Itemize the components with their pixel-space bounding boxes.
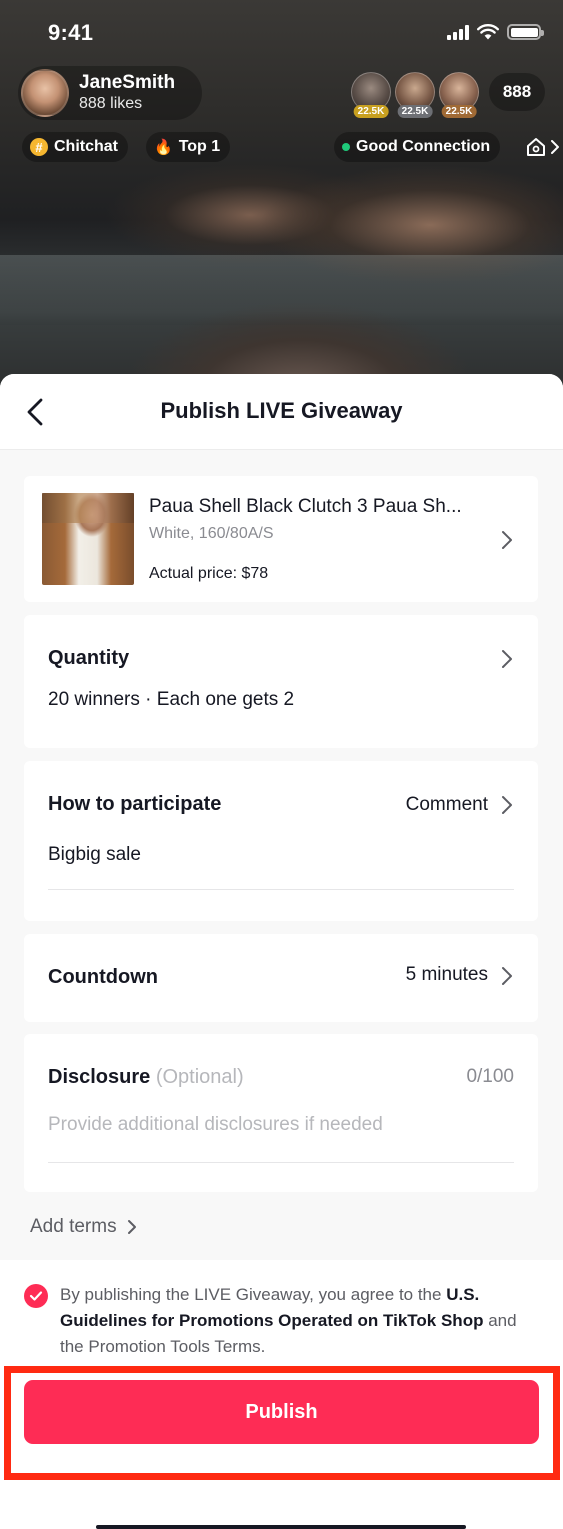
chevron-right-icon — [502, 967, 512, 985]
participate-card[interactable]: How to participate Comment Bigbig sale — [24, 761, 538, 921]
hashtag-icon: # — [30, 138, 48, 156]
top-viewers: 22.5K 22.5K 22.5K 888 — [347, 72, 545, 118]
quantity-card[interactable]: Quantity 20 winners · Each one gets 2 — [24, 615, 538, 748]
flame-icon: 🔥 — [154, 139, 173, 156]
cellular-signal-icon — [447, 24, 469, 40]
top-rank-label: Top 1 — [178, 138, 221, 155]
agreement-text: By publishing the LIVE Giveaway, you agr… — [60, 1282, 538, 1360]
disclosure-counter: 0/100 — [466, 1066, 514, 1087]
product-price: Actual price: $78 — [149, 565, 269, 582]
top-rank-tag[interactable]: 🔥 Top 1 — [146, 132, 231, 162]
wifi-icon — [477, 24, 499, 40]
chevron-right-icon — [127, 1220, 136, 1234]
viewer-avatar[interactable]: 22.5K — [395, 72, 435, 118]
product-variant: White, 160/80A/S — [149, 525, 274, 542]
product-name: Paua Shell Black Clutch 3 Paua Sh... — [149, 496, 462, 517]
chitchat-tag[interactable]: # Chitchat — [22, 132, 128, 162]
quantity-value: 20 winners · Each one gets 2 — [48, 689, 295, 710]
sheet-title: Publish LIVE Giveaway — [160, 398, 403, 423]
viewer-count[interactable]: 888 — [489, 73, 545, 111]
host-likes: 888 likes — [79, 95, 143, 112]
product-card[interactable]: Paua Shell Black Clutch 3 Paua Sh... Whi… — [24, 476, 538, 602]
add-terms-label: Add terms — [30, 1216, 117, 1237]
agreement-checkbox[interactable] — [24, 1284, 48, 1308]
disclosure-label: Disclosure (Optional) — [48, 1066, 244, 1089]
viewer-badge: 22.5K — [353, 105, 389, 118]
giveaway-sheet: Publish LIVE Giveaway Paua Shell Black C… — [0, 374, 563, 1529]
agreement-prefix: By publishing the LIVE Giveaway, you agr… — [60, 1285, 447, 1304]
viewer-avatar[interactable]: 22.5K — [439, 72, 479, 118]
chitchat-label: Chitchat — [54, 138, 118, 155]
divider — [48, 1162, 514, 1163]
publish-button[interactable]: Publish — [24, 1380, 539, 1444]
status-bar: 9:41 — [0, 0, 563, 66]
status-time: 9:41 — [48, 20, 94, 45]
disclosure-input[interactable]: Provide additional disclosures if needed — [48, 1114, 383, 1136]
home-icon — [527, 138, 545, 156]
home-indicator — [96, 1525, 466, 1529]
divider — [48, 889, 514, 890]
battery-icon — [507, 24, 544, 40]
countdown-label: Countdown — [48, 966, 158, 988]
chevron-right-icon — [502, 531, 512, 549]
connection-status: Good Connection — [334, 132, 501, 162]
sheet-footer: By publishing the LIVE Giveaway, you agr… — [0, 1260, 563, 1529]
product-image — [42, 493, 134, 585]
quantity-label: Quantity — [48, 647, 130, 669]
sheet-header: Publish LIVE Giveaway — [0, 374, 563, 450]
connection-label: Good Connection — [356, 138, 491, 155]
checkmark-icon — [29, 1291, 43, 1301]
participate-method: Comment — [405, 794, 488, 815]
disclosure-optional: (Optional) — [155, 1066, 244, 1088]
chevron-right-icon — [551, 140, 559, 154]
chevron-right-icon — [502, 650, 512, 668]
disclosure-title: Disclosure — [48, 1066, 151, 1088]
share-button[interactable] — [525, 132, 559, 162]
add-terms-link[interactable]: Add terms — [30, 1216, 137, 1238]
viewer-badge: 22.5K — [441, 105, 477, 118]
countdown-value: 5 minutes — [405, 964, 488, 985]
viewer-badge: 22.5K — [397, 105, 433, 118]
countdown-card[interactable]: Countdown 5 minutes — [24, 934, 538, 1022]
host-avatar — [21, 69, 69, 117]
host-name: JaneSmith — [79, 72, 176, 93]
participate-label: How to participate — [48, 793, 222, 815]
viewer-avatar[interactable]: 22.5K — [351, 72, 391, 118]
participate-keyword[interactable]: Bigbig sale — [48, 844, 141, 866]
chevron-right-icon — [502, 796, 512, 814]
disclosure-card: Disclosure (Optional) 0/100 Provide addi… — [24, 1034, 538, 1192]
host-profile[interactable]: JaneSmith 888 likes — [18, 66, 202, 120]
connection-dot-icon — [342, 143, 350, 151]
